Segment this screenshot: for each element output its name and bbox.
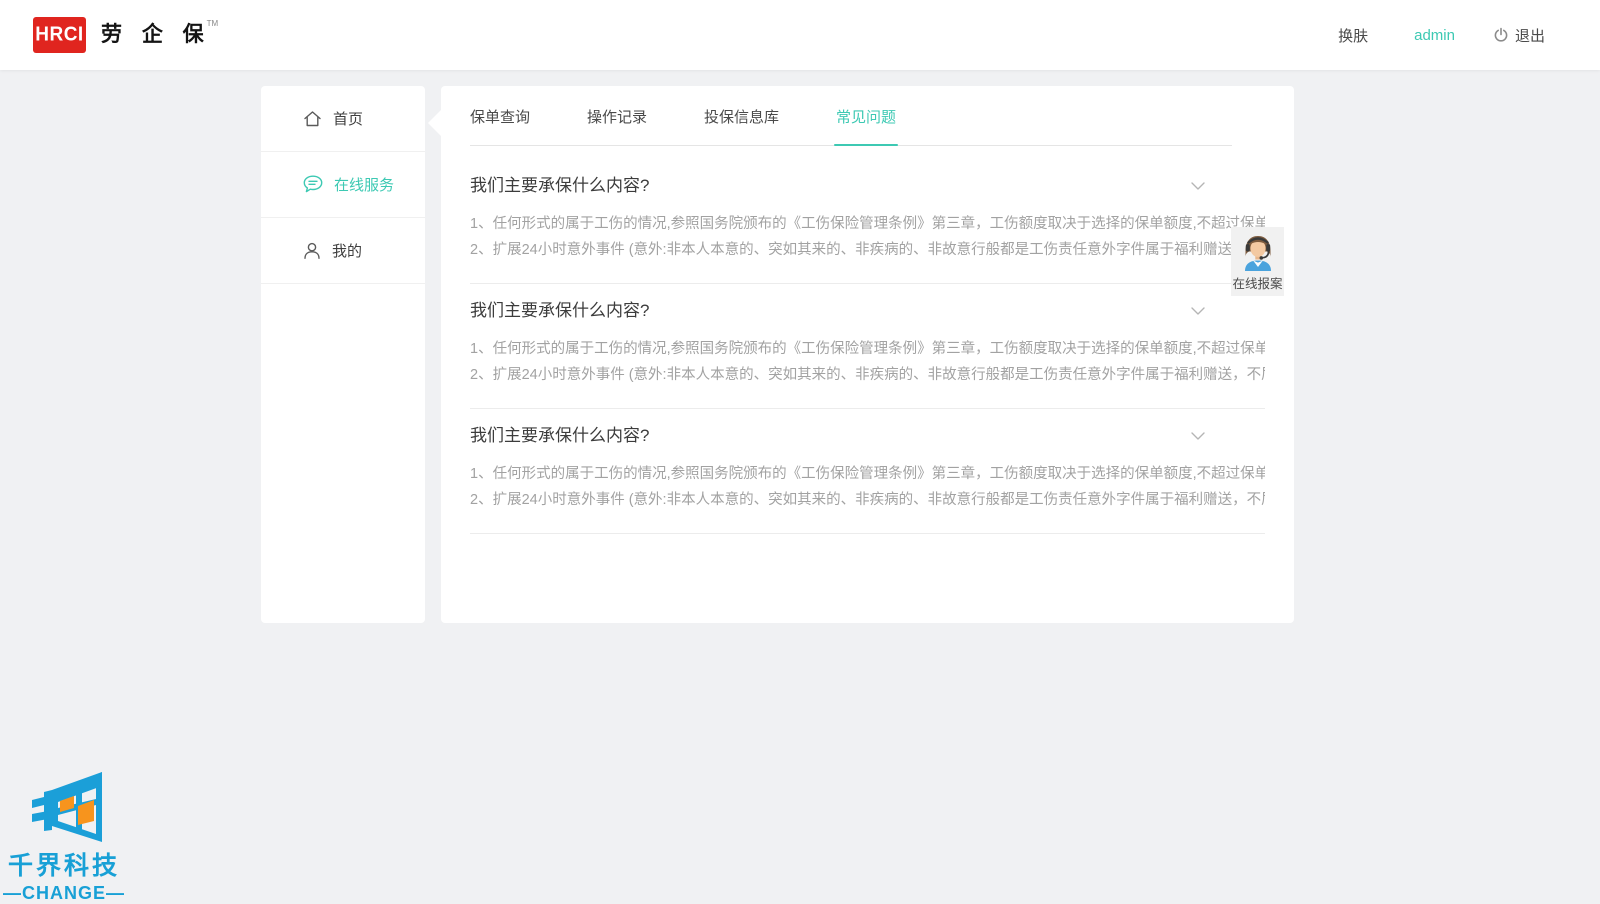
tab-label: 常见问题 <box>836 106 896 127</box>
change-logo-mark <box>18 764 110 844</box>
top-header: HRCI 劳 企 保 TM 换肤 admin 退出 <box>0 0 1600 70</box>
faq-answer-line: 1、任何形式的属于工伤的情况,参照国务院颁布的《工伤保险管理条例》第三章，工伤额… <box>470 211 1265 237</box>
tab-label: 保单查询 <box>470 106 530 127</box>
home-icon <box>303 110 322 128</box>
faq-question-toggle[interactable]: 我们主要承保什么内容? <box>470 299 1265 323</box>
faq-question-text: 我们主要承保什么内容? <box>470 424 649 448</box>
faq-answer: 1、任何形式的属于工伤的情况,参照国务院颁布的《工伤保险管理条例》第三章，工伤额… <box>470 211 1265 263</box>
brand-name: 劳 企 保 <box>101 17 211 53</box>
chat-icon <box>303 175 323 194</box>
sidebar-item-label: 我的 <box>332 240 362 261</box>
hrci-logo: HRCI <box>33 17 86 53</box>
faq-answer-line: 1、任何形式的属于工伤的情况,参照国务院颁布的《工伤保险管理条例》第三章，工伤额… <box>470 461 1265 487</box>
faq-answer: 1、任何形式的属于工伤的情况,参照国务院颁布的《工伤保险管理条例》第三章，工伤额… <box>470 461 1265 513</box>
chevron-down-icon[interactable] <box>1191 182 1205 190</box>
sidebar-item-mine[interactable]: 我的 <box>261 218 425 284</box>
header-actions: 换肤 admin 退出 <box>1338 0 1545 70</box>
sidebar-item-label: 首页 <box>333 108 363 129</box>
user-icon <box>303 242 321 260</box>
faq-question-toggle[interactable]: 我们主要承保什么内容? <box>470 174 1265 198</box>
faq-answer-line: 2、扩展24小时意外事件 (意外:非本人本意的、突如其来的、非疾病的、非故意行般… <box>470 362 1265 388</box>
username-link[interactable]: admin <box>1414 27 1455 44</box>
faq-answer-line: 2、扩展24小时意外事件 (意外:非本人本意的、突如其来的、非疾病的、非故意行般… <box>470 487 1265 513</box>
footer-company-name: 千界科技 <box>2 846 126 882</box>
customer-service-avatar <box>1238 231 1278 271</box>
tab-label: 投保信息库 <box>704 106 779 127</box>
online-report-widget[interactable]: 在线报案 <box>1231 227 1284 296</box>
faq-answer-line: 1、任何形式的属于工伤的情况,参照国务院颁布的《工伤保险管理条例》第三章，工伤额… <box>470 336 1265 362</box>
sidebar-item-home[interactable]: 首页 <box>261 86 425 152</box>
faq-item: 我们主要承保什么内容? 1、任何形式的属于工伤的情况,参照国务院颁布的《工伤保险… <box>470 409 1265 534</box>
hrci-logo-text: HRCI <box>35 23 83 47</box>
faq-question-text: 我们主要承保什么内容? <box>470 299 649 323</box>
sidebar-item-online-service[interactable]: 在线服务 <box>261 152 425 218</box>
sidebar-item-label: 在线服务 <box>334 174 394 195</box>
tab-label: 操作记录 <box>587 106 647 127</box>
tab-operation-record[interactable]: 操作记录 <box>587 86 647 146</box>
faq-question-toggle[interactable]: 我们主要承保什么内容? <box>470 424 1265 448</box>
tab-bar: 保单查询 操作记录 投保信息库 常见问题 <box>441 86 1294 146</box>
chevron-down-icon[interactable] <box>1191 432 1205 440</box>
chevron-down-icon[interactable] <box>1191 307 1205 315</box>
faq-item: 我们主要承保什么内容? 1、任何形式的属于工伤的情况,参照国务院颁布的《工伤保险… <box>470 159 1265 284</box>
tab-faq[interactable]: 常见问题 <box>836 86 896 146</box>
brand-logo: HRCI 劳 企 保 TM <box>33 17 218 53</box>
tab-insurance-info[interactable]: 投保信息库 <box>704 86 779 146</box>
change-skin-link[interactable]: 换肤 <box>1338 25 1368 46</box>
online-report-label: 在线报案 <box>1232 273 1282 292</box>
tab-policy-query[interactable]: 保单查询 <box>470 86 530 146</box>
logout-button[interactable]: 退出 <box>1493 25 1545 46</box>
footer-company-subtitle: —CHANGE— <box>2 883 126 904</box>
power-icon <box>1493 27 1509 43</box>
faq-answer: 1、任何形式的属于工伤的情况,参照国务院颁布的《工伤保险管理条例》第三章，工伤额… <box>470 336 1265 388</box>
faq-list: 我们主要承保什么内容? 1、任何形式的属于工伤的情况,参照国务院颁布的《工伤保险… <box>470 159 1265 534</box>
faq-question-text: 我们主要承保什么内容? <box>470 174 649 198</box>
sidebar: 首页 在线服务 我的 <box>261 86 425 623</box>
logout-label: 退出 <box>1515 25 1545 46</box>
faq-item: 我们主要承保什么内容? 1、任何形式的属于工伤的情况,参照国务院颁布的《工伤保险… <box>470 284 1265 409</box>
trademark-mark: TM <box>207 19 219 28</box>
footer-logo: 千界科技 —CHANGE— <box>2 764 126 904</box>
main-content-card: 保单查询 操作记录 投保信息库 常见问题 我们主要承保什么内容? 1、任何形式的… <box>441 86 1294 623</box>
faq-answer-line: 2、扩展24小时意外事件 (意外:非本人本意的、突如其来的、非疾病的、非故意行般… <box>470 237 1265 263</box>
